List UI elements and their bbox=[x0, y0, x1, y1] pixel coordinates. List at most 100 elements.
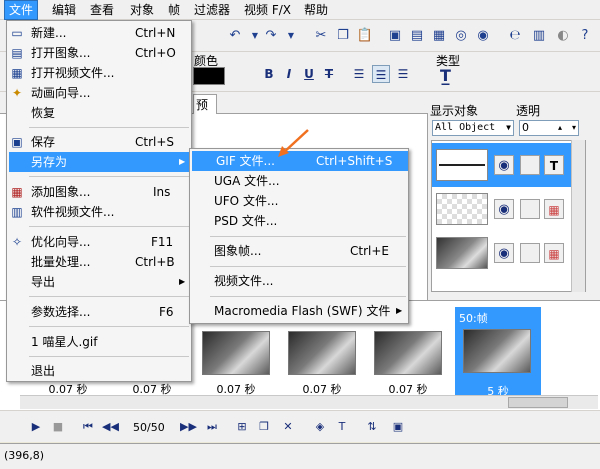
delete-frame-icon[interactable]: ✕ bbox=[280, 419, 296, 435]
frame-thumbnail bbox=[288, 331, 356, 375]
menu-edit[interactable]: 编辑 bbox=[48, 0, 80, 20]
strike-button[interactable]: T bbox=[320, 65, 338, 83]
spin-down-icon[interactable]: ▾ bbox=[572, 121, 576, 135]
lock-toggle[interactable] bbox=[520, 199, 540, 219]
menu-view[interactable]: 查看 bbox=[86, 0, 118, 20]
playback-bar: ▶ ■ ⏮ ◀◀ 50/50 ▶▶ ⏭ ⊞ ❐ ✕ ◈ T ⇅ ▣ bbox=[0, 410, 600, 442]
menu-item-video-file[interactable]: 视频文件... bbox=[190, 271, 408, 291]
web-icon[interactable]: ◉ bbox=[474, 27, 492, 45]
add-image-icon: ▦ bbox=[11, 185, 23, 199]
properties-icon[interactable]: ▣ bbox=[390, 419, 406, 435]
help-icon[interactable]: ? bbox=[576, 27, 594, 45]
duplicate-frame-icon[interactable]: ❐ bbox=[256, 419, 272, 435]
menu-item-flash-swf[interactable]: Macromedia Flash (SWF) 文件 ▶ bbox=[190, 301, 408, 321]
menu-help[interactable]: 帮助 bbox=[300, 0, 332, 20]
menu-item-psd-file[interactable]: PSD 文件... bbox=[190, 211, 408, 231]
undo-icon[interactable]: ↶ bbox=[226, 27, 244, 45]
align-center-icon[interactable]: ☰ bbox=[372, 65, 390, 83]
cut-icon[interactable]: ✂ bbox=[312, 27, 330, 45]
menu-item-ufo-file[interactable]: UFO 文件... bbox=[190, 191, 408, 211]
paste-icon[interactable]: 📋 bbox=[356, 27, 374, 45]
opacity-input[interactable]: 0 ▴ ▾ bbox=[519, 120, 579, 136]
next-frame-icon[interactable]: ▶▶ bbox=[180, 419, 197, 435]
last-frame-icon[interactable]: ⏭ bbox=[204, 419, 220, 435]
display-objects-select[interactable]: All Object ▼ bbox=[432, 120, 514, 136]
globe-icon[interactable]: ◎ bbox=[452, 27, 470, 45]
menu-item-save[interactable]: ▣ 保存 Ctrl+S bbox=[7, 132, 191, 152]
underline-button[interactable]: U bbox=[300, 65, 318, 83]
first-frame-icon[interactable]: ⏮ bbox=[80, 419, 96, 435]
submenu-arrow-icon: ▶ bbox=[179, 157, 186, 166]
copy-icon[interactable]: ❐ bbox=[334, 27, 352, 45]
object-row[interactable]: ◉ T bbox=[432, 143, 572, 187]
play-icon[interactable]: ▶ bbox=[28, 419, 44, 435]
lock-toggle[interactable] bbox=[520, 155, 540, 175]
eye-icon[interactable]: ◉ bbox=[494, 199, 514, 219]
menu-video-fx[interactable]: 视频 F/X bbox=[240, 0, 295, 20]
align-left-icon[interactable]: ☰ bbox=[350, 65, 368, 83]
menu-filter[interactable]: 过滤器 bbox=[190, 0, 234, 20]
insert-frame-icon[interactable]: ▤ bbox=[408, 27, 426, 45]
lock-toggle[interactable] bbox=[520, 243, 540, 263]
frames-scrollbar[interactable] bbox=[20, 395, 598, 409]
menu-item-uga-file[interactable]: UGA 文件... bbox=[190, 171, 408, 191]
menu-separator bbox=[210, 266, 406, 267]
frame-counter: 50/50 bbox=[133, 421, 165, 434]
object-thumbnail bbox=[436, 193, 488, 225]
previous-frame-icon[interactable]: ◀◀ bbox=[102, 419, 119, 435]
italic-button[interactable]: I bbox=[280, 65, 298, 83]
object-thumbnail bbox=[436, 149, 488, 181]
browser-icon[interactable]: ℮ bbox=[506, 27, 524, 45]
cursor-coordinates: (396,8) bbox=[4, 449, 45, 462]
file-menu: ▭ 新建... Ctrl+N ▤ 打开图象... Ctrl+O ▦ 打开视频文件… bbox=[6, 20, 192, 382]
menu-item-export[interactable]: 导出 ▶ bbox=[7, 272, 191, 292]
menu-separator bbox=[29, 326, 189, 327]
menu-item-animation-wizard[interactable]: ✦ 动画向导... bbox=[7, 83, 191, 103]
optimize-icon: ✧ bbox=[11, 235, 23, 249]
object-list-scrollbar[interactable] bbox=[571, 140, 585, 292]
text-banner-icon[interactable]: T bbox=[334, 419, 350, 435]
frame-item-selected[interactable]: 50:帧 5 秒 bbox=[455, 307, 541, 399]
object-row[interactable]: ◉ ▦ bbox=[432, 231, 572, 275]
menu-object[interactable]: 对象 bbox=[126, 0, 158, 20]
menu-file[interactable]: 文件 bbox=[4, 0, 39, 20]
object-row[interactable]: ◉ ▦ bbox=[432, 187, 572, 231]
align-right-icon[interactable]: ☰ bbox=[394, 65, 412, 83]
menu-item-revert[interactable]: 恢复 bbox=[7, 103, 191, 123]
frame-properties-icon[interactable]: ▣ bbox=[386, 27, 404, 45]
open-image-icon: ▤ bbox=[11, 46, 23, 60]
menu-item-add-video[interactable]: ▥ 软件视频文件... bbox=[7, 202, 191, 222]
eye-icon[interactable]: ◉ bbox=[494, 155, 514, 175]
menu-frame[interactable]: 帧 bbox=[164, 0, 184, 20]
text-type-icon[interactable]: T̲ bbox=[440, 66, 451, 85]
menu-item-batch[interactable]: 批量处理... Ctrl+B bbox=[7, 252, 191, 272]
eye-icon[interactable]: ◉ bbox=[494, 243, 514, 263]
opacity-label: 透明 bbox=[516, 104, 541, 118]
spin-up-icon[interactable]: ▴ bbox=[558, 121, 562, 135]
swap-icon[interactable]: ⇅ bbox=[364, 419, 380, 435]
transition-icon[interactable]: ◈ bbox=[312, 419, 328, 435]
color-swatch[interactable] bbox=[193, 67, 225, 85]
save-icon: ▣ bbox=[11, 135, 23, 149]
menu-item-add-image[interactable]: ▦ 添加图象... Ins bbox=[7, 182, 191, 202]
tab-preview[interactable]: 预 bbox=[193, 94, 217, 114]
image-icon[interactable]: ▦ bbox=[430, 27, 448, 45]
menu-item-preferences[interactable]: 参数选择... F6 bbox=[7, 302, 191, 322]
scrollbar-thumb[interactable] bbox=[508, 397, 568, 408]
stop-icon[interactable]: ■ bbox=[50, 419, 66, 435]
preview-icon[interactable]: ▥ bbox=[530, 27, 548, 45]
menu-item-new[interactable]: ▭ 新建... Ctrl+N bbox=[7, 23, 191, 43]
menu-item-optimize-wizard[interactable]: ✧ 优化向导... F11 bbox=[7, 232, 191, 252]
menu-item-open-video[interactable]: ▦ 打开视频文件... bbox=[7, 63, 191, 83]
menu-item-recent-file[interactable]: 1 喵星人.gif bbox=[7, 332, 191, 352]
menu-item-exit[interactable]: 退出 bbox=[7, 361, 191, 381]
bold-button[interactable]: B bbox=[260, 65, 278, 83]
add-frame-icon[interactable]: ⊞ bbox=[234, 419, 250, 435]
redo-dropdown-icon[interactable]: ▼ bbox=[282, 27, 300, 45]
redo-icon[interactable]: ↷ bbox=[262, 27, 280, 45]
menu-separator bbox=[29, 226, 189, 227]
menu-item-save-as[interactable]: 另存为 ▶ bbox=[9, 152, 191, 172]
menu-item-open-image[interactable]: ▤ 打开图象... Ctrl+O bbox=[7, 43, 191, 63]
menu-item-image-frames[interactable]: 图象帧... Ctrl+E bbox=[190, 241, 408, 261]
status-bar: (396,8) bbox=[0, 443, 600, 469]
